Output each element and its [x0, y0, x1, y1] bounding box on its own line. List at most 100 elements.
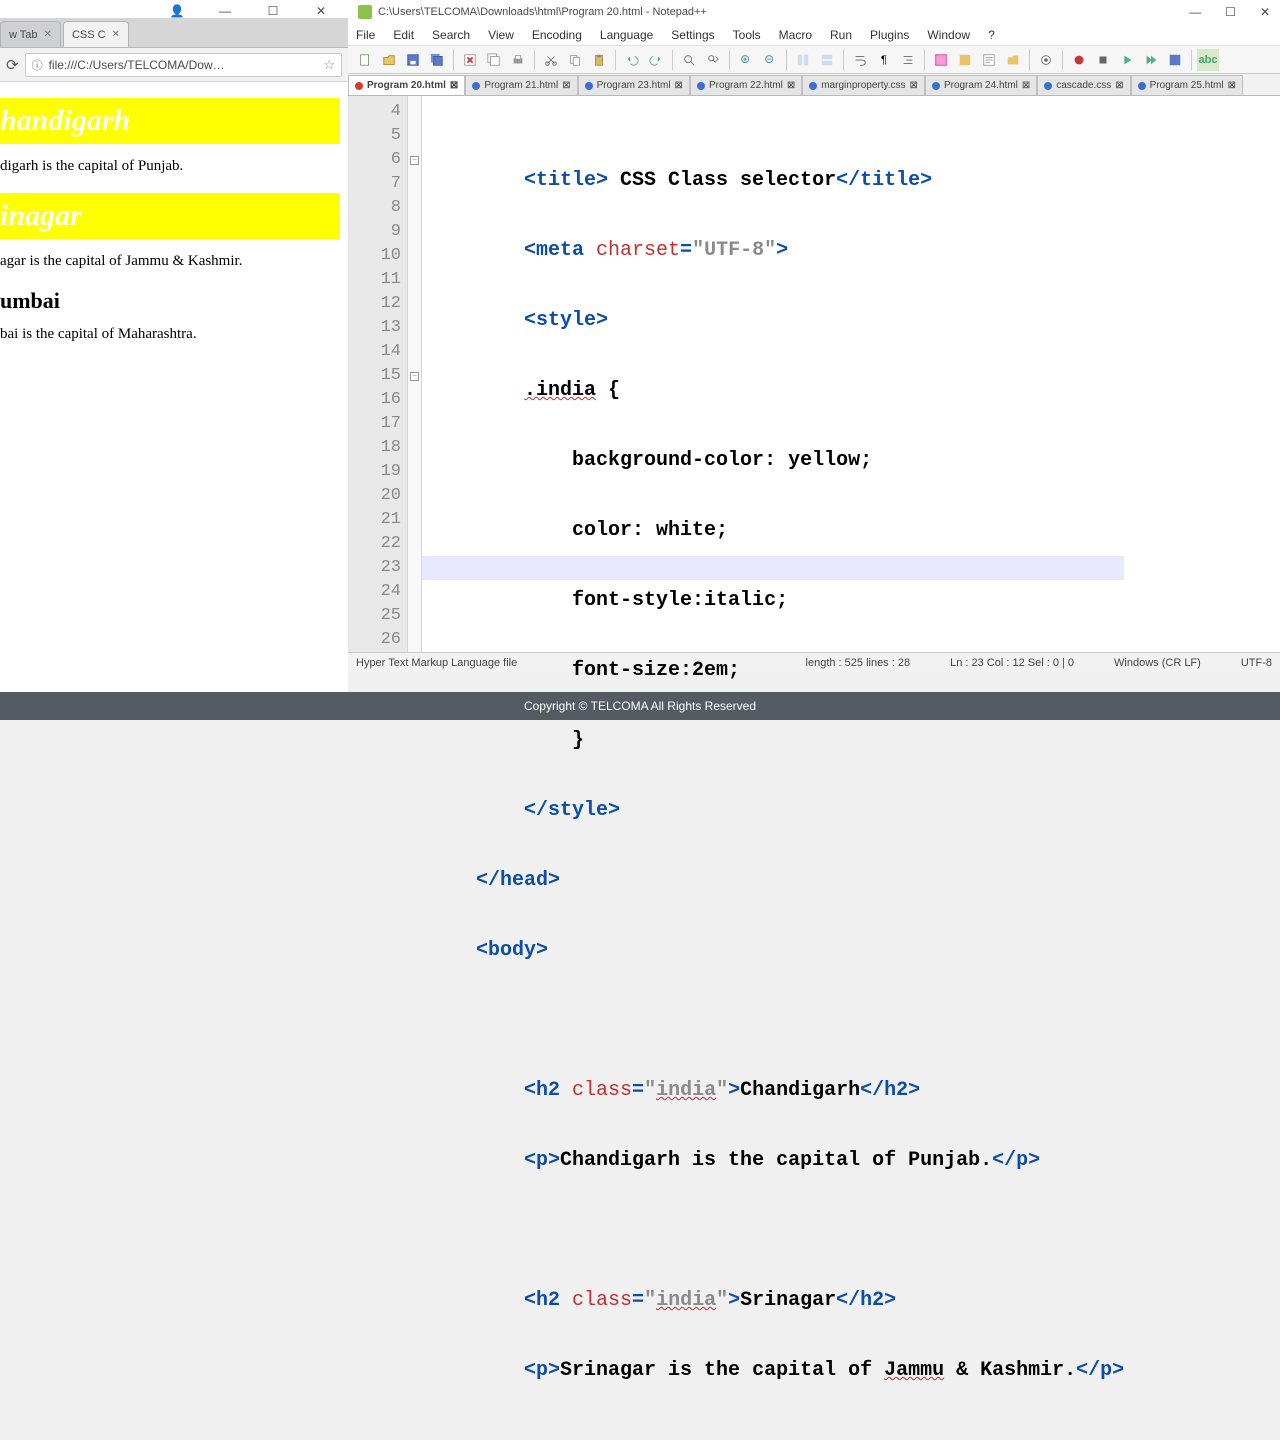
menu-file[interactable]: File	[356, 28, 375, 42]
wordwrap-icon[interactable]	[849, 49, 871, 71]
reload-icon[interactable]: ⟳	[6, 56, 19, 74]
menu-help[interactable]: ?	[988, 28, 995, 42]
zoom-in-icon[interactable]	[735, 49, 757, 71]
window-minimize[interactable]: —	[216, 4, 234, 18]
file-tab[interactable]: Program 21.html⊠	[465, 75, 577, 95]
npp-app-icon	[358, 5, 372, 19]
menu-search[interactable]: Search	[432, 28, 470, 42]
udl-icon[interactable]	[930, 49, 952, 71]
paste-icon[interactable]	[588, 49, 610, 71]
sync-h-icon[interactable]	[816, 49, 838, 71]
save-all-icon[interactable]	[426, 49, 448, 71]
npp-tabbar: Program 20.html⊠ Program 21.html⊠ Progra…	[348, 74, 1280, 96]
file-tab-active[interactable]: Program 20.html⊠	[348, 75, 465, 95]
file-tab[interactable]: cascade.css⊠	[1037, 75, 1130, 95]
new-file-icon[interactable]	[354, 49, 376, 71]
play-macro-icon[interactable]	[1116, 49, 1138, 71]
tab-close-icon[interactable]: ⊠	[787, 80, 795, 91]
fold-toggle-icon[interactable]: −	[410, 156, 419, 165]
window-maximize[interactable]: ☐	[1225, 5, 1236, 19]
address-bar[interactable]: ⓘ file:///C:/Users/TELCOMA/Dow… ☆	[25, 53, 342, 77]
tab-close-icon[interactable]: ⊠	[1228, 80, 1236, 91]
saved-dot-icon	[585, 82, 593, 90]
fold-toggle-icon[interactable]: −	[410, 372, 419, 381]
save-macro-icon[interactable]	[1164, 49, 1186, 71]
file-tab[interactable]: Program 24.html⊠	[925, 75, 1037, 95]
menu-settings[interactable]: Settings	[671, 28, 714, 42]
browser-tab[interactable]: w Tab ✕	[0, 21, 61, 47]
menu-macro[interactable]: Macro	[779, 28, 812, 42]
browser-titlebar: 👤 — ☐ ✕	[0, 0, 348, 18]
sync-v-icon[interactable]	[792, 49, 814, 71]
find-icon[interactable]	[678, 49, 700, 71]
close-all-icon[interactable]	[483, 49, 505, 71]
url-text: file:///C:/Users/TELCOMA/Dow…	[49, 58, 225, 72]
indent-guide-icon[interactable]	[897, 49, 919, 71]
menu-run[interactable]: Run	[830, 28, 852, 42]
tab-close-icon[interactable]: ✕	[112, 29, 120, 40]
tab-close-icon[interactable]: ⊠	[450, 80, 458, 91]
site-info-icon[interactable]: ⓘ	[32, 57, 43, 73]
heading-srinagar: inagar	[0, 193, 340, 239]
menu-edit[interactable]: Edit	[393, 28, 414, 42]
open-file-icon[interactable]	[378, 49, 400, 71]
copy-icon[interactable]	[564, 49, 586, 71]
menu-language[interactable]: Language	[600, 28, 653, 42]
save-icon[interactable]	[402, 49, 424, 71]
replace-icon[interactable]	[702, 49, 724, 71]
browser-window: 👤 — ☐ ✕ w Tab ✕ CSS C ✕ ⟳ ⓘ file:///C:/U…	[0, 0, 348, 720]
rendered-page: handigarh digarh is the capital of Punja…	[0, 82, 348, 343]
tab-close-icon[interactable]: ⊠	[910, 80, 918, 91]
spellcheck-icon[interactable]: abc	[1197, 49, 1219, 71]
tab-close-icon[interactable]: ⊠	[675, 80, 683, 91]
tab-close-icon[interactable]: ⊠	[562, 80, 570, 91]
cut-icon[interactable]	[540, 49, 562, 71]
browser-tab-active[interactable]: CSS C ✕	[63, 21, 129, 47]
close-file-icon[interactable]	[459, 49, 481, 71]
funclist-icon[interactable]	[978, 49, 1000, 71]
fold-column[interactable]: −−	[408, 96, 422, 652]
menu-encoding[interactable]: Encoding	[532, 28, 582, 42]
bookmark-star-icon[interactable]: ☆	[323, 57, 335, 73]
copyright-text: Copyright © TELCOMA All Rights Reserved	[524, 699, 756, 713]
redo-icon[interactable]	[645, 49, 667, 71]
menu-tools[interactable]: Tools	[733, 28, 761, 42]
tab-close-icon[interactable]: ⊠	[1022, 80, 1030, 91]
menu-view[interactable]: View	[488, 28, 514, 42]
play-multi-icon[interactable]	[1140, 49, 1162, 71]
window-maximize[interactable]: ☐	[264, 4, 282, 18]
docmap-icon[interactable]	[954, 49, 976, 71]
monitoring-icon[interactable]	[1035, 49, 1057, 71]
saved-dot-icon	[932, 82, 940, 90]
file-tab[interactable]: Program 25.html⊠	[1131, 75, 1243, 95]
window-close[interactable]: ✕	[312, 4, 330, 18]
stop-macro-icon[interactable]	[1092, 49, 1114, 71]
window-minimize[interactable]: —	[1189, 5, 1201, 19]
file-tab[interactable]: marginproperty.css⊠	[802, 75, 925, 95]
code-editor[interactable]: 4567891011121314151617181920212223242526…	[348, 96, 1280, 652]
allchars-icon[interactable]: ¶	[873, 49, 895, 71]
tab-label: w Tab	[9, 29, 38, 41]
folder-icon[interactable]	[1002, 49, 1024, 71]
menu-plugins[interactable]: Plugins	[870, 28, 909, 42]
npp-menubar: File Edit Search View Encoding Language …	[348, 24, 1280, 46]
menu-window[interactable]: Window	[927, 28, 970, 42]
status-eol: Windows (CR LF)	[1114, 657, 1201, 669]
tab-close-icon[interactable]: ✕	[44, 29, 52, 40]
zoom-out-icon[interactable]	[759, 49, 781, 71]
heading-mumbai: umbai	[0, 288, 348, 314]
npp-title-text: C:\Users\TELCOMA\Downloads\html\Program …	[378, 6, 707, 18]
record-macro-icon[interactable]	[1068, 49, 1090, 71]
profile-icon[interactable]: 👤	[168, 4, 186, 18]
tab-close-icon[interactable]: ⊠	[1115, 80, 1123, 91]
undo-icon[interactable]	[621, 49, 643, 71]
notepadpp-window: C:\Users\TELCOMA\Downloads\html\Program …	[348, 0, 1280, 720]
browser-tab-strip: w Tab ✕ CSS C ✕	[0, 18, 348, 48]
file-tab[interactable]: Program 22.html⊠	[690, 75, 802, 95]
file-tab[interactable]: Program 23.html⊠	[578, 75, 690, 95]
code-area[interactable]: <title> CSS Class selector</title> <meta…	[422, 96, 1124, 652]
window-close[interactable]: ✕	[1260, 5, 1270, 19]
saved-dot-icon	[472, 82, 480, 90]
print-icon[interactable]	[507, 49, 529, 71]
saved-dot-icon	[809, 82, 817, 90]
